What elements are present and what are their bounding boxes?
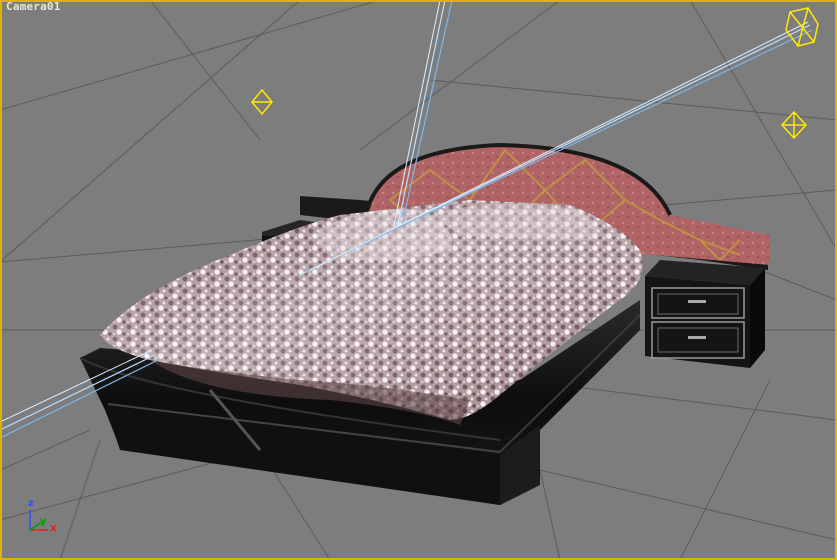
scene-canvas[interactable] <box>0 0 837 560</box>
axis-tripod: z y x <box>22 496 62 540</box>
omni-light-right[interactable] <box>780 110 808 140</box>
y-axis-label: y <box>40 516 47 527</box>
z-axis-label: z <box>28 498 34 509</box>
x-axis-label: x <box>50 523 57 534</box>
omni-light-left[interactable] <box>251 88 273 116</box>
viewport-label[interactable]: Camera01 <box>6 0 61 13</box>
camera-viewport[interactable]: Camera01 z y x <box>0 0 837 560</box>
right-nightstand[interactable] <box>645 260 765 368</box>
